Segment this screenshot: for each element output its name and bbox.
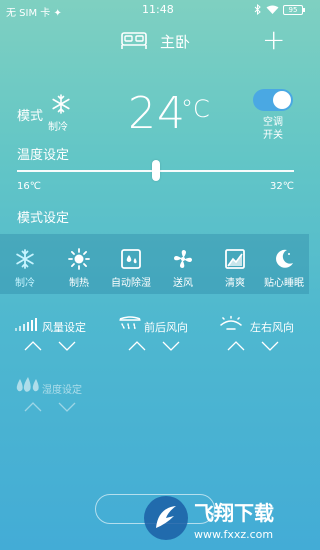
status-icons: 95	[254, 4, 305, 15]
watermark-url: www.fxxz.com	[194, 528, 273, 541]
mode-dehumidify-button[interactable]: 自动除湿	[106, 234, 156, 294]
mode-fresh-label: 清爽	[225, 278, 245, 289]
fresh-icon	[225, 249, 245, 269]
fan-speed-label: 风量设定	[42, 321, 86, 334]
clock: 11:48	[142, 3, 174, 16]
min-temp-label: 16℃	[17, 181, 41, 192]
front-back-airflow-down-button[interactable]	[162, 341, 180, 351]
watermark-brand: 飞翔下载	[194, 501, 274, 525]
power-toggle-label-line1: 空调	[263, 117, 283, 128]
front-back-airflow-label: 前后风向	[144, 321, 188, 334]
vertical-airflow-icon	[119, 316, 141, 330]
battery-icon: 95	[283, 4, 305, 15]
mode-heat-button[interactable]: 制热	[56, 234, 102, 294]
fan-speed-up-button[interactable]	[24, 341, 42, 351]
sun-icon	[68, 248, 90, 270]
mode-fresh-button[interactable]: 清爽	[212, 234, 258, 294]
left-right-airflow-label: 左右风向	[250, 321, 294, 334]
left-right-airflow-down-button[interactable]	[261, 341, 279, 351]
signal-bars-icon	[15, 318, 37, 331]
temperature-value: 24	[128, 88, 186, 139]
mode-dehumidify-label: 自动除湿	[111, 278, 151, 289]
temp-setting-label: 温度设定	[17, 148, 70, 163]
room-title[interactable]: 主卧	[160, 31, 190, 52]
max-temp-label: 32℃	[270, 181, 294, 192]
dehumidify-icon	[121, 249, 141, 269]
left-right-airflow-up-button[interactable]	[227, 341, 245, 351]
temperature-unit: °C	[181, 95, 210, 123]
power-toggle[interactable]	[253, 89, 293, 111]
snowflake-icon	[16, 249, 34, 269]
bluetooth-icon	[254, 4, 261, 15]
snowflake-icon	[52, 94, 70, 114]
mode-setting-label: 模式设定	[17, 211, 70, 226]
fan-speed-down-button[interactable]	[58, 341, 76, 351]
watermark-logo: 飞翔下载 www.fxxz.com	[144, 496, 274, 541]
mode-cool-label: 制冷	[15, 278, 35, 289]
wifi-icon	[266, 5, 279, 14]
mode-label: 模式	[17, 109, 44, 124]
mode-fan-button[interactable]: 送风	[160, 234, 206, 294]
moon-icon	[276, 249, 293, 268]
mode-bar: 制冷 制热 自动除湿 送风 清爽 贴心睡眠	[0, 234, 309, 294]
humidity-up-button[interactable]	[24, 402, 42, 412]
bed-icon	[121, 32, 147, 49]
toggle-knob	[273, 91, 291, 109]
mode-sleep-button[interactable]: 贴心睡眠	[260, 234, 308, 294]
front-back-airflow-up-button[interactable]	[128, 341, 146, 351]
humidity-setting-label: 湿度设定	[42, 385, 82, 396]
horizontal-airflow-icon	[220, 315, 242, 330]
mode-fan-label: 送风	[173, 278, 193, 289]
power-toggle-label: 空调 开关	[260, 116, 286, 142]
add-button[interactable]: +	[262, 26, 285, 54]
mode-sleep-label: 贴心睡眠	[264, 278, 304, 289]
power-toggle-label-line2: 开关	[263, 130, 283, 141]
status-bar: 无 SIM 卡 ✦ 11:48 95	[0, 0, 309, 22]
mode-cool-button[interactable]: 制冷	[2, 234, 48, 294]
carrier-text: 无 SIM 卡 ✦	[6, 8, 62, 19]
current-mode-text: 制冷	[48, 122, 68, 133]
temp-slider-thumb[interactable]	[151, 160, 160, 181]
fan-icon	[174, 250, 192, 268]
humidity-down-button[interactable]	[58, 402, 76, 412]
mode-heat-label: 制热	[69, 278, 89, 289]
water-drops-icon	[16, 377, 39, 392]
